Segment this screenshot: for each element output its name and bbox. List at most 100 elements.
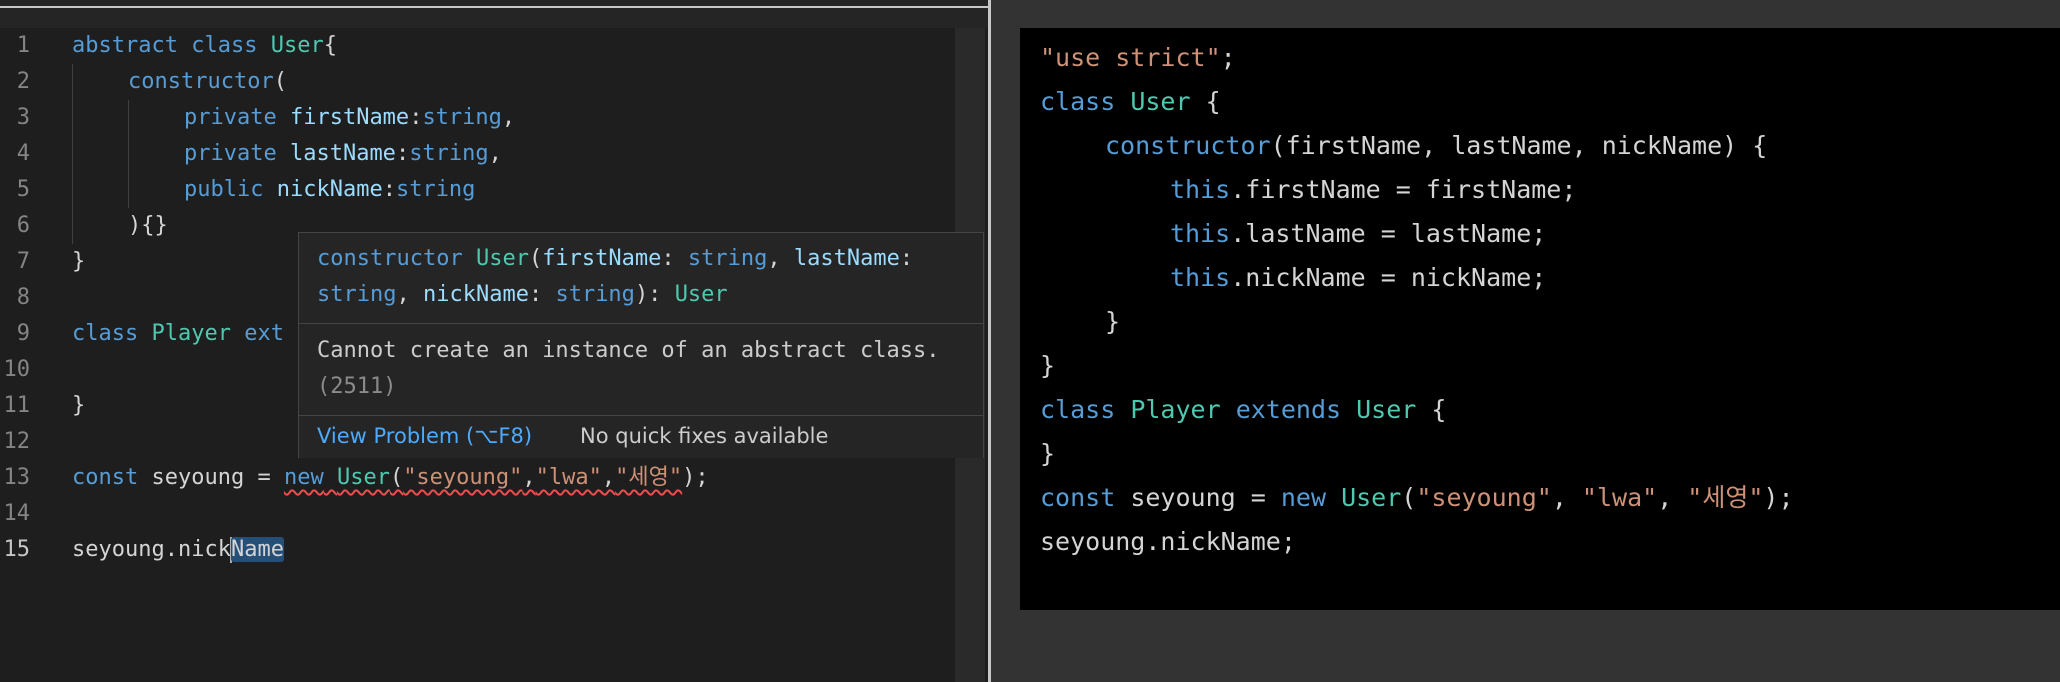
assignment: .firstName = firstName; <box>1230 175 1577 204</box>
string-arg: "lwa" <box>535 465 602 490</box>
code-line-6[interactable]: ){} <box>128 208 168 244</box>
param-lastname: lastName <box>289 141 396 166</box>
sig-colon: : <box>528 282 556 307</box>
type-string: string <box>422 105 502 130</box>
code-line-1[interactable]: abstract class User{ <box>72 28 337 64</box>
compiled-output-panel: "use strict"; class User { constructor(f… <box>1020 28 2060 610</box>
line-number: 2 <box>16 69 30 94</box>
brace: { <box>1190 87 1221 116</box>
hover-signature: constructor User(firstName: string, last… <box>317 241 977 313</box>
sig-close: ): <box>634 282 675 307</box>
comma: , <box>522 465 536 490</box>
keyword-this: this <box>1170 219 1231 248</box>
keyword-constructor: constructor <box>128 69 274 94</box>
line-number: 7 <box>16 249 30 274</box>
comma: , <box>488 141 502 166</box>
param-nickname: nickName <box>276 177 383 202</box>
class-name-player: Player <box>151 321 231 346</box>
error-squiggle[interactable]: new User("seyoung","lwa","세영" <box>284 465 682 490</box>
line-number: 4 <box>16 141 30 166</box>
string-arg: "세영" <box>615 465 683 490</box>
modifier-public: public <box>184 177 264 202</box>
object-seyoung: seyoung <box>72 537 165 562</box>
code-line-11[interactable]: } <box>72 388 85 424</box>
output-line-9: class Player extends User { <box>1040 388 1446 432</box>
variable-seyoung: seyoung = <box>1115 483 1281 512</box>
keyword-new: new <box>1280 483 1326 512</box>
code-line-9[interactable]: class Player ext <box>72 316 284 352</box>
output-line-6: this.nickName = nickName; <box>1170 256 1546 300</box>
output-line-10: } <box>1040 432 1055 476</box>
line-number: 8 <box>16 285 30 310</box>
keyword-class: class <box>72 321 139 346</box>
view-problem-link[interactable]: View Problem (⌥F8) <box>317 424 532 448</box>
line-number-active: 15 <box>3 537 31 562</box>
error-text: Cannot create an instance of an abstract… <box>317 338 940 363</box>
paren-close: ); <box>682 465 709 490</box>
output-line-8: } <box>1040 344 1055 388</box>
panel-divider[interactable] <box>988 0 991 682</box>
paren-open: ( <box>389 465 404 490</box>
class-name-player: Player <box>1130 395 1221 424</box>
assignment: .nickName = nickName; <box>1230 263 1547 292</box>
keyword-extends-partial: ext <box>244 321 284 346</box>
modifier-private: private <box>184 141 277 166</box>
assign: = <box>244 465 284 490</box>
string-arg: "lwa" <box>1581 483 1658 512</box>
closing-brace: } <box>72 393 86 418</box>
keyword-class: class <box>1040 395 1116 424</box>
code-line-4[interactable]: private lastName:string, <box>184 136 502 172</box>
class-name-user: User <box>1130 87 1191 116</box>
dot: . <box>164 537 178 562</box>
hover-tooltip[interactable]: constructor User(firstName: string, last… <box>298 232 984 458</box>
comma: , <box>1657 483 1688 512</box>
keyword-this: this <box>1170 263 1231 292</box>
hover-divider <box>299 323 983 324</box>
class-name-user: User <box>270 33 324 58</box>
sig-param: nickName <box>422 282 529 307</box>
paren-open: ( <box>1401 483 1417 512</box>
code-line-13[interactable]: const seyoung = new User("seyoung","lwa"… <box>72 460 709 496</box>
sig-keyword: constructor <box>317 246 463 271</box>
output-line-2: class User { <box>1040 80 1221 124</box>
output-line-11: const seyoung = new User("seyoung", "lwa… <box>1040 476 1794 520</box>
keyword-constructor: constructor <box>1105 131 1271 160</box>
line-number: 6 <box>16 213 30 238</box>
keyword-const: const <box>72 465 139 490</box>
line-number: 10 <box>3 357 31 382</box>
property-access: seyoung.nickName; <box>1040 527 1296 556</box>
sig-type: string <box>687 246 768 271</box>
code-line-15[interactable]: seyoung.nickName <box>72 532 284 568</box>
closing-brace: } <box>1040 439 1056 468</box>
keyword-this: this <box>1170 175 1231 204</box>
code-line-2[interactable]: constructor( <box>128 64 287 100</box>
string-arg: "seyoung" <box>403 465 523 490</box>
sig-colon: : <box>661 246 688 271</box>
output-line-1: "use strict"; <box>1040 36 1236 80</box>
string-arg: "세영" <box>1687 483 1764 512</box>
assignment: .lastName = lastName; <box>1230 219 1547 248</box>
param-firstname: firstName <box>289 105 410 130</box>
sig-comma: , <box>396 282 423 307</box>
class-ref-user: User <box>336 465 390 490</box>
editor-tab-strip <box>0 0 990 28</box>
closing-brace: } <box>1105 307 1121 336</box>
code-line-5[interactable]: public nickName:string <box>184 172 475 208</box>
line-number: 5 <box>16 177 30 202</box>
sig-paren: ( <box>528 246 543 271</box>
comma: , <box>1551 483 1582 512</box>
code-line-7[interactable]: } <box>72 244 85 280</box>
sig-colon: : <box>899 246 914 271</box>
line-number: 11 <box>3 393 31 418</box>
hover-error-message: Cannot create an instance of an abstract… <box>317 333 977 405</box>
variable-seyoung: seyoung <box>151 465 245 490</box>
paren-close: ); <box>1763 483 1794 512</box>
paren: ( <box>273 69 287 94</box>
hover-actions: View Problem (⌥F8) No quick fixes availa… <box>299 415 983 458</box>
comma: , <box>501 105 516 130</box>
colon: : <box>409 105 423 130</box>
code-editor[interactable]: 1 2 3 4 5 6 7 8 9 10 11 12 13 14 15 abst… <box>0 0 990 682</box>
code-line-3[interactable]: private firstName:string, <box>184 100 515 136</box>
property-prefix: nick <box>177 537 231 562</box>
selection-highlight: Name <box>230 537 284 562</box>
